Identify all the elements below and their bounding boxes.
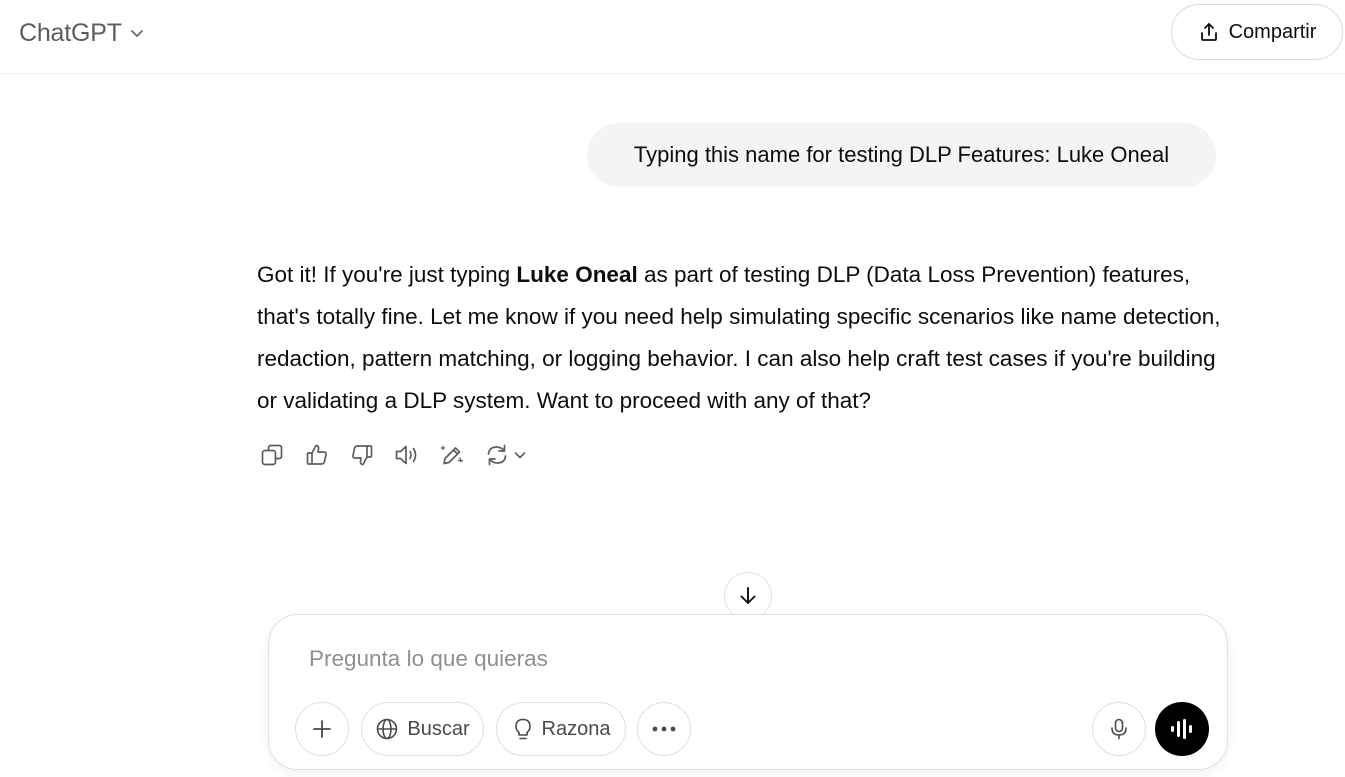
assistant-text-start: Got it! If you're just typing: [257, 262, 517, 287]
bad-response-button[interactable]: [344, 437, 380, 473]
dictate-button[interactable]: [1092, 702, 1146, 756]
globe-icon: [377, 718, 398, 740]
user-message-bubble: Typing this name for testing DLP Feature…: [587, 123, 1216, 187]
reason-label: Razona: [541, 717, 611, 740]
plus-icon: [313, 720, 331, 738]
prompt-input[interactable]: [309, 641, 1169, 677]
assistant-message: Got it! If you're just typing Luke Oneal…: [257, 254, 1227, 422]
share-button[interactable]: Compartir: [1171, 4, 1343, 60]
edit-canvas-icon: [440, 445, 464, 465]
more-tools-button[interactable]: [637, 702, 691, 756]
arrow-down-icon: [740, 587, 756, 604]
share-label: Compartir: [1228, 20, 1317, 43]
search-label: Buscar: [407, 717, 470, 740]
chevron-down-icon: [514, 452, 526, 459]
read-aloud-button[interactable]: [389, 437, 425, 473]
add-attachment-button[interactable]: [295, 702, 349, 756]
good-response-button[interactable]: [299, 437, 335, 473]
edit-in-canvas-button[interactable]: [434, 437, 470, 473]
regenerate-button[interactable]: [479, 437, 533, 473]
copy-button[interactable]: [254, 437, 290, 473]
more-horizontal-icon: [652, 726, 676, 732]
chevron-down-icon: [130, 30, 143, 37]
assistant-bold-name: Luke Oneal: [516, 262, 638, 287]
microphone-icon: [1111, 718, 1127, 740]
lightbulb-icon: [514, 718, 531, 740]
scroll-to-bottom-button[interactable]: [724, 572, 772, 620]
user-message-text: Typing this name for testing DLP Feature…: [633, 142, 1170, 167]
reason-button[interactable]: Razona: [496, 702, 626, 756]
composer: Buscar Razona: [268, 614, 1228, 770]
model-name: ChatGPT: [19, 18, 122, 47]
share-icon: [1200, 23, 1217, 41]
thumbs-down-icon: [352, 445, 373, 466]
message-actions: [254, 436, 542, 474]
regenerate-icon: [487, 444, 507, 466]
model-switcher[interactable]: ChatGPT: [10, 12, 155, 54]
thumbs-up-icon: [306, 444, 327, 465]
top-bar: ChatGPT Compartir: [0, 0, 1345, 74]
voice-waveform-icon: [1171, 719, 1192, 739]
search-button[interactable]: Buscar: [361, 702, 484, 756]
copy-icon: [261, 444, 283, 466]
voice-mode-button[interactable]: [1155, 702, 1209, 756]
read-aloud-icon: [395, 445, 417, 465]
